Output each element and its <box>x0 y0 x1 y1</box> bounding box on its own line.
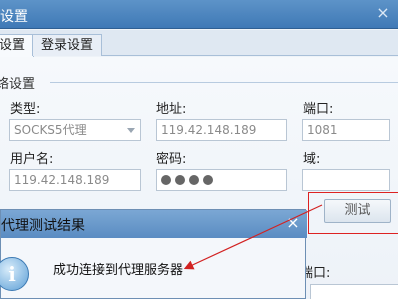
port-field-secondary[interactable] <box>310 284 398 299</box>
password-dot <box>175 175 185 185</box>
chevron-down-icon <box>127 128 135 133</box>
address-label: 地址: <box>156 102 187 117</box>
tab-bar: 设置 登录设置 <box>0 30 398 57</box>
proxy-test-result-dialog: 代理测试结果 × i 成功连接到代理服务器 <box>0 209 307 299</box>
username-field[interactable]: 119.42.148.189 <box>9 169 141 191</box>
tab-login-settings[interactable]: 登录设置 <box>32 34 103 56</box>
type-select-value: SOCKS5代理 <box>14 123 87 137</box>
settings-title-bar: 设置 × <box>0 0 398 29</box>
type-label: 类型: <box>10 102 41 117</box>
password-dot <box>161 175 171 185</box>
password-field[interactable] <box>156 169 287 191</box>
username-value: 119.42.148.189 <box>14 173 110 187</box>
address-value: 119.42.148.189 <box>161 123 257 137</box>
password-dot <box>189 175 199 185</box>
port-field[interactable]: 1081 <box>302 119 390 141</box>
dialog-message: 成功连接到代理服务器 <box>53 263 184 278</box>
tab-settings[interactable]: 设置 <box>0 34 35 57</box>
test-button[interactable]: 测试 <box>324 199 391 223</box>
info-icon: i <box>0 257 29 291</box>
window-title: 设置 <box>0 9 28 25</box>
address-field[interactable]: 119.42.148.189 <box>156 119 287 141</box>
password-label: 密码: <box>156 152 187 167</box>
close-icon[interactable]: × <box>372 3 394 23</box>
group-title: 络设置 <box>0 77 36 92</box>
username-label: 用户名: <box>10 152 54 167</box>
group-divider <box>50 82 398 83</box>
port-label: 端口: <box>303 102 334 117</box>
domain-label: 域: <box>303 152 321 167</box>
dialog-title-bar: 代理测试结果 × <box>1 210 307 238</box>
dialog-close-icon[interactable]: × <box>283 213 303 233</box>
type-select[interactable]: SOCKS5代理 <box>9 119 141 141</box>
port-value: 1081 <box>307 123 338 137</box>
password-dot <box>203 175 213 185</box>
dialog-title: 代理测试结果 <box>1 218 85 234</box>
domain-field[interactable] <box>302 169 390 191</box>
